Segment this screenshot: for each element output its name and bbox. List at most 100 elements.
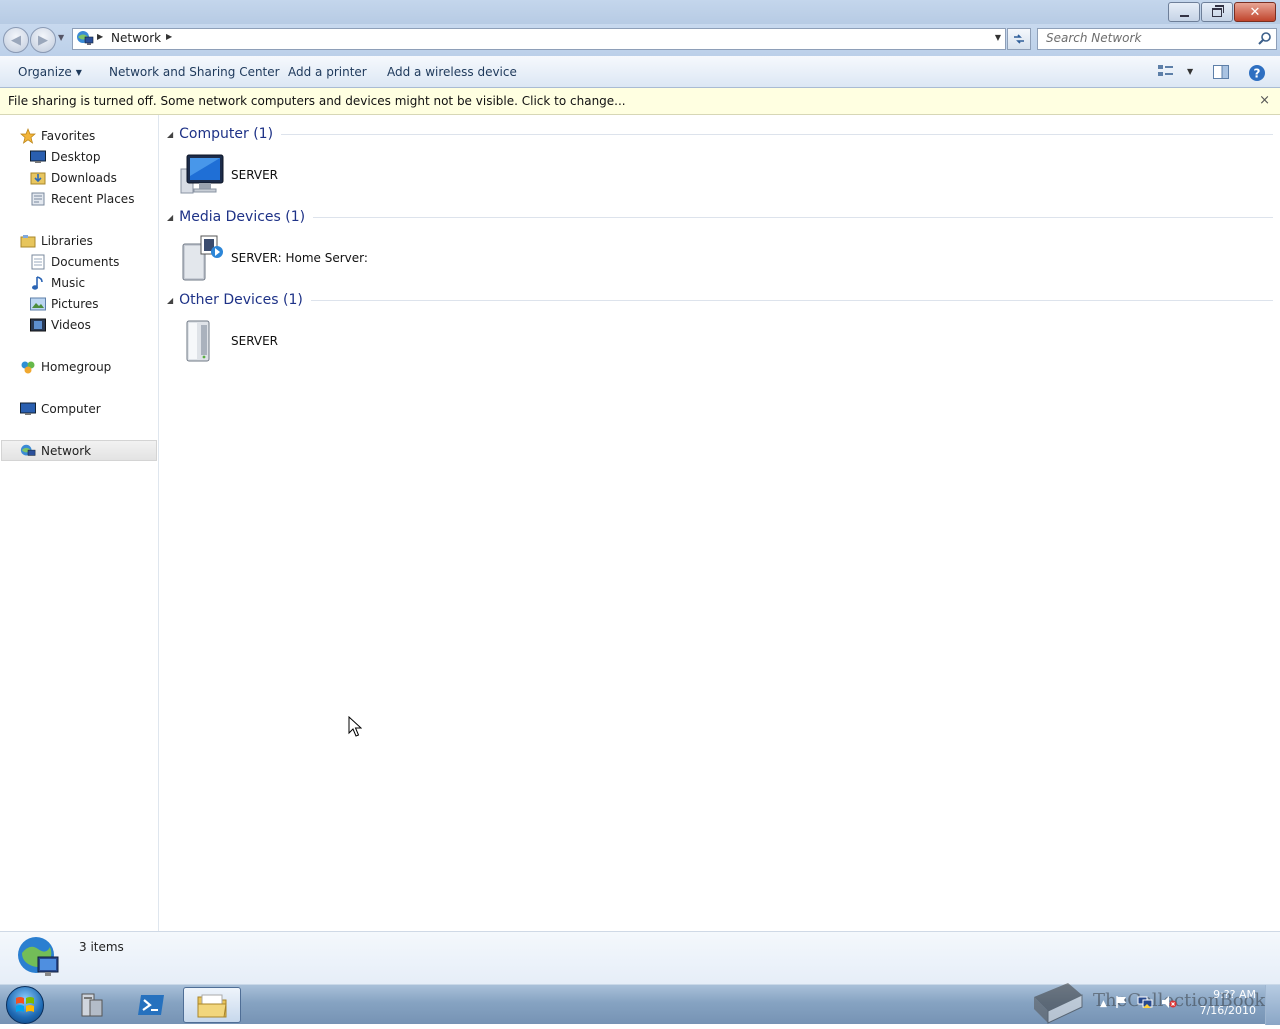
nav-item-desktop[interactable]: Desktop xyxy=(30,146,101,167)
nav-item-label: Recent Places xyxy=(51,191,135,206)
command-bar: Organize ▼ Network and Sharing Center Add… xyxy=(0,56,1280,88)
breadcrumb-separator-icon[interactable]: ▶ xyxy=(166,32,172,41)
folder-icon xyxy=(197,994,227,1018)
title-bar: ✕ xyxy=(0,0,1280,24)
group-title: Computer (1) xyxy=(179,126,274,142)
chevron-down-icon: ▼ xyxy=(1187,66,1194,76)
taskbar-powershell[interactable] xyxy=(122,987,180,1023)
group-header-other-devices[interactable]: ◢ Other Devices (1) xyxy=(167,290,1273,310)
address-bar[interactable]: ▶ Network ▶ ▼ xyxy=(72,28,1006,50)
media-server-icon xyxy=(182,235,223,281)
group-divider xyxy=(313,216,1273,218)
forward-arrow-icon: ▶ xyxy=(38,32,48,48)
show-hidden-icons-icon[interactable]: ▲ xyxy=(1100,999,1107,1009)
search-icon[interactable] xyxy=(1258,31,1272,48)
powershell-icon xyxy=(138,995,164,1015)
change-view-button[interactable]: ▼ xyxy=(1157,64,1193,78)
file-sharing-warning[interactable]: File sharing is turned off. Some network… xyxy=(8,94,626,108)
list-item[interactable]: SERVER xyxy=(179,317,278,365)
nav-homegroup-label: Homegroup xyxy=(41,359,112,374)
computer-monitor-icon xyxy=(180,154,224,194)
nav-item-recent-places[interactable]: Recent Places xyxy=(30,188,134,209)
item-label: SERVER: Home Server: xyxy=(231,251,368,265)
close-button[interactable]: ✕ xyxy=(1234,2,1276,22)
nav-computer-label: Computer xyxy=(41,401,101,416)
navigation-pane: Favorites Desktop Downloads Recent Place… xyxy=(0,115,159,931)
item-count: 3 items xyxy=(79,940,124,954)
collapse-triangle-icon[interactable]: ◢ xyxy=(167,213,173,222)
nav-network[interactable]: Network xyxy=(1,440,157,461)
pictures-icon xyxy=(30,296,46,312)
preview-pane-icon xyxy=(1213,65,1229,79)
item-label: SERVER xyxy=(231,334,279,348)
nav-item-pictures[interactable]: Pictures xyxy=(30,293,99,314)
add-wireless-device-button[interactable]: Add a wireless device xyxy=(387,65,517,79)
preview-pane-button[interactable] xyxy=(1212,64,1230,83)
network-icon xyxy=(76,30,94,49)
network-sharing-center-button[interactable]: Network and Sharing Center xyxy=(109,65,280,79)
group-divider xyxy=(310,299,1273,301)
restore-button[interactable] xyxy=(1201,2,1233,22)
computer-icon xyxy=(20,401,36,417)
back-button[interactable]: ◀ xyxy=(3,27,29,53)
close-icon[interactable]: × xyxy=(1259,93,1270,108)
refresh-button[interactable] xyxy=(1007,28,1031,50)
forward-button[interactable]: ▶ xyxy=(30,27,56,53)
show-desktop-button[interactable] xyxy=(1265,985,1280,1025)
minimize-button[interactable] xyxy=(1168,2,1200,22)
back-arrow-icon: ◀ xyxy=(11,32,21,48)
nav-item-downloads[interactable]: Downloads xyxy=(30,167,117,188)
item-label: SERVER xyxy=(231,168,279,182)
music-note-icon xyxy=(30,275,46,291)
libraries-icon xyxy=(20,233,36,249)
list-item[interactable]: SERVER: Home Server: xyxy=(179,234,368,282)
recent-places-icon xyxy=(30,191,46,207)
group-header-computer[interactable]: ◢ Computer (1) xyxy=(167,124,1273,144)
taskbar-windows-explorer[interactable] xyxy=(183,987,241,1023)
svg-text:?: ? xyxy=(1254,67,1261,81)
documents-icon xyxy=(30,254,46,270)
address-dropdown-icon[interactable]: ▼ xyxy=(995,33,1001,42)
group-title: Media Devices (1) xyxy=(179,209,306,225)
nav-computer[interactable]: Computer xyxy=(20,398,101,419)
list-item[interactable]: SERVER xyxy=(179,151,278,199)
breadcrumb-separator-icon[interactable]: ▶ xyxy=(97,32,103,41)
search-box[interactable]: Search Network xyxy=(1037,28,1277,50)
group-header-media-devices[interactable]: ◢ Media Devices (1) xyxy=(167,207,1273,227)
nav-item-music[interactable]: Music xyxy=(30,272,85,293)
taskbar-clock[interactable]: 9:?? AM 7/16/2010 xyxy=(1200,987,1256,1019)
add-printer-button[interactable]: Add a printer xyxy=(288,65,367,79)
nav-item-videos[interactable]: Videos xyxy=(30,314,91,335)
collapse-triangle-icon[interactable]: ◢ xyxy=(167,296,173,305)
nav-libraries[interactable]: Libraries xyxy=(20,230,93,251)
videos-icon xyxy=(30,317,46,333)
view-options-icon xyxy=(1158,65,1173,76)
breadcrumb-network[interactable]: Network xyxy=(111,31,161,45)
network-status-icon[interactable] xyxy=(1137,995,1153,1012)
nav-item-documents[interactable]: Documents xyxy=(30,251,119,272)
clock-time: 9:?? AM xyxy=(1213,988,1256,1001)
nav-item-label: Documents xyxy=(51,254,120,269)
organize-button[interactable]: Organize ▼ xyxy=(18,65,82,79)
organize-label: Organize xyxy=(18,65,72,79)
recent-pages-dropdown-icon[interactable]: ▼ xyxy=(58,33,64,42)
volume-muted-icon[interactable] xyxy=(1161,995,1177,1012)
nav-homegroup[interactable]: Homegroup xyxy=(20,356,111,377)
search-input[interactable]: Search Network xyxy=(1046,31,1141,45)
group-title: Other Devices (1) xyxy=(179,292,303,308)
server-device-icon xyxy=(186,320,210,362)
action-center-flag-icon[interactable] xyxy=(1115,995,1129,1012)
clock-date: 7/16/2010 xyxy=(1199,1004,1256,1017)
info-bar[interactable]: File sharing is turned off. Some network… xyxy=(0,88,1280,115)
nav-favorites-label: Favorites xyxy=(41,128,96,143)
collapse-triangle-icon[interactable]: ◢ xyxy=(167,130,173,139)
start-button[interactable] xyxy=(6,986,44,1024)
details-pane: 3 items xyxy=(0,931,1280,984)
nav-favorites[interactable]: Favorites xyxy=(20,125,95,146)
taskbar-server-manager[interactable] xyxy=(62,987,120,1023)
help-button[interactable]: ? xyxy=(1248,64,1266,85)
mouse-cursor-icon xyxy=(348,716,362,737)
nav-libraries-label: Libraries xyxy=(41,233,93,248)
homegroup-icon xyxy=(20,359,36,375)
windows-logo-icon xyxy=(16,997,34,1012)
